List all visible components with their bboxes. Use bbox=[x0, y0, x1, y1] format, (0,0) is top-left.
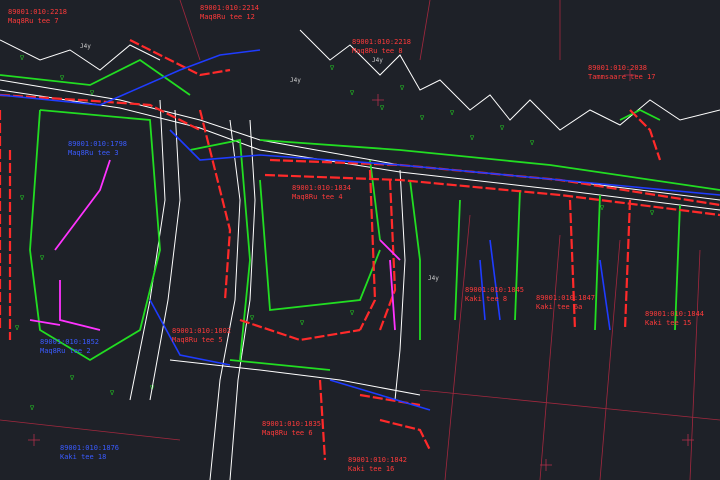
parcel-label-10-address: Maq8Ru tee 5 bbox=[172, 336, 223, 344]
street-tag-4: J4y bbox=[428, 275, 439, 282]
parcel-label-11-id: 89001:010:1852 bbox=[40, 338, 99, 346]
drawing-background bbox=[0, 0, 720, 480]
street-tag-2: J4y bbox=[290, 77, 301, 84]
parcel-label-4-id: 89001:010:2038 bbox=[588, 64, 647, 72]
cad-drawing-canvas[interactable]: ᐁᐁᐁ ᐁᐁᐁ ᐁᐁᐁ ᐁᐁᐁ ᐁᐁᐁ ᐁᐁᐁ ᐁᐁᐁ ᐁᐁᐁ 89001:01… bbox=[0, 0, 720, 480]
parcel-label-14-id: 89001:010:1876 bbox=[60, 444, 119, 452]
parcel-label-5-address: Maq8Ru tee 3 bbox=[68, 149, 119, 157]
parcel-label-4-address: Tammsaare tee 17 bbox=[588, 73, 655, 81]
street-tag-3: J4y bbox=[372, 57, 383, 64]
parcel-label-6-id: 89001:010:1834 bbox=[292, 184, 351, 192]
parcel-label-2-id: 89001:010:2214 bbox=[200, 4, 259, 12]
parcel-label-8-id: 89001:010:1847 bbox=[536, 294, 595, 302]
parcel-label-5-id: 89001:010:1798 bbox=[68, 140, 127, 148]
parcel-label-13-address: Kaki tee 16 bbox=[348, 465, 394, 473]
parcel-label-1-address: Maq8Ru tee 7 bbox=[8, 17, 59, 25]
parcel-label-10-id: 89001:010:1802 bbox=[172, 327, 231, 335]
street-tag-1: J4y bbox=[80, 43, 91, 50]
parcel-label-14-address: Kaki tee 18 bbox=[60, 453, 106, 461]
parcel-label-12-address: Maq8Ru tee 6 bbox=[262, 429, 313, 437]
parcel-label-3-address: Maq8Ru tee 8 bbox=[352, 47, 403, 55]
parcel-label-11-address: Maq8Ru tee 2 bbox=[40, 347, 91, 355]
parcel-label-13-id: 89001:010:1842 bbox=[348, 456, 407, 464]
parcel-label-2-address: Maq8Ru tee 12 bbox=[200, 13, 255, 21]
parcel-label-9-id: 89001:010:1844 bbox=[645, 310, 704, 318]
parcel-label-3-id: 89001:010:2218 bbox=[352, 38, 411, 46]
parcel-label-12-id: 89001:010:1835 bbox=[262, 420, 321, 428]
parcel-label-9-address: Kaki tee 15 bbox=[645, 319, 691, 327]
parcel-label-1-id: 89001:010:2218 bbox=[8, 8, 67, 16]
parcel-label-6-address: Maq8Ru tee 4 bbox=[292, 193, 343, 201]
cad-drawing-viewport[interactable]: ᐁᐁᐁ ᐁᐁᐁ ᐁᐁᐁ ᐁᐁᐁ ᐁᐁᐁ ᐁᐁᐁ ᐁᐁᐁ ᐁᐁᐁ 89001:01… bbox=[0, 0, 720, 480]
parcel-label-8-address: Kaki tee 6a bbox=[536, 303, 582, 311]
parcel-label-7-address: Kaki tee 8 bbox=[465, 295, 507, 303]
parcel-label-7-id: 89001:010:1845 bbox=[465, 286, 524, 294]
